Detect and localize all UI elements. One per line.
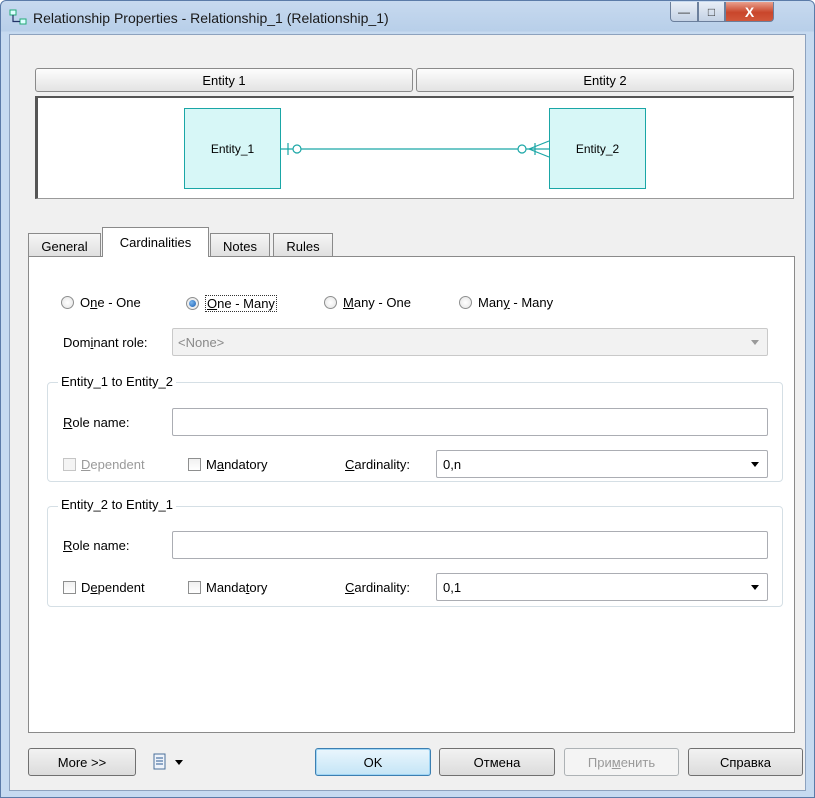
dependent-checkbox-1[interactable]: Dependent — [63, 457, 145, 472]
cardinality-label-2: Cardinality: — [345, 580, 411, 595]
relationship-line — [281, 140, 550, 158]
radio-one-many[interactable]: One - Many — [186, 295, 277, 312]
role-name-label: Role name: — [63, 538, 130, 553]
minimize-icon: — — [678, 4, 690, 19]
tab-general[interactable]: General — [28, 233, 101, 258]
radio-many-one[interactable]: Many - One — [324, 295, 411, 310]
apply-button[interactable]: Применить — [564, 748, 679, 776]
tab-cardinalities[interactable]: Cardinalities — [102, 227, 209, 257]
entity1-header-button[interactable]: Entity 1 — [35, 68, 413, 92]
close-icon: X — [744, 3, 755, 20]
entity1-header-label: Entity 1 — [202, 72, 246, 88]
ok-button[interactable]: OK — [315, 748, 431, 776]
entity2-to-entity1-title: Entity_2 to Entity_1 — [58, 497, 177, 512]
role-name-input-1[interactable] — [172, 408, 768, 436]
dropdown-arrow-icon — [751, 585, 759, 590]
title-bar[interactable]: Relationship Properties - Relationship_1… — [1, 1, 814, 35]
maximize-button[interactable]: □ — [698, 2, 725, 22]
radio-indicator — [324, 296, 337, 309]
mandatory-checkbox-2[interactable]: Mandatory — [188, 580, 267, 595]
entity2-header-button[interactable]: Entity 2 — [416, 68, 794, 92]
dropdown-arrow-icon — [751, 340, 759, 345]
dominant-role-label: Dominant role: — [63, 335, 148, 350]
relationship-preview: Entity_1 Entity_2 — [35, 96, 794, 199]
radio-indicator-selected — [186, 297, 199, 310]
mandatory-checkbox-1[interactable]: Mandatory — [188, 457, 267, 472]
document-list-icon — [153, 753, 166, 770]
dependent-checkbox-2[interactable]: Dependent — [63, 580, 145, 595]
radio-many-many[interactable]: Many - Many — [459, 295, 553, 310]
entity1-to-entity2-title: Entity_1 to Entity_2 — [58, 374, 177, 389]
dominant-role-select[interactable]: <None> — [172, 328, 768, 356]
radio-one-one[interactable]: One - One — [61, 295, 141, 310]
more-button[interactable]: More >> — [28, 748, 136, 776]
checkbox-box — [188, 458, 201, 471]
close-button[interactable]: X — [725, 2, 774, 22]
relationship-icon — [9, 9, 27, 25]
dialog-window: Relationship Properties - Relationship_1… — [0, 0, 815, 798]
cardinality-label-1: Cardinality: — [345, 457, 411, 472]
help-button[interactable]: Справка — [688, 748, 803, 776]
print-menu-button[interactable] — [151, 753, 183, 771]
maximize-icon: □ — [707, 4, 716, 19]
role-name-input-2[interactable] — [172, 531, 768, 559]
tab-rules[interactable]: Rules — [273, 233, 333, 258]
tab-notes[interactable]: Notes — [210, 233, 270, 258]
minimize-button[interactable]: — — [670, 2, 698, 22]
checkbox-box — [63, 458, 76, 471]
radio-indicator — [459, 296, 472, 309]
radio-indicator — [61, 296, 74, 309]
dropdown-arrow-icon — [751, 462, 759, 467]
role-name-label: Role name: — [63, 415, 130, 430]
checkbox-box — [63, 581, 76, 594]
window-title: Relationship Properties - Relationship_1… — [33, 10, 389, 26]
entity2-header-label: Entity 2 — [583, 72, 627, 88]
dropdown-arrow-icon — [175, 759, 183, 765]
cardinality-select-2[interactable]: 0,1 — [436, 573, 768, 601]
checkbox-box — [188, 581, 201, 594]
cardinality-select-1[interactable]: 0,n — [436, 450, 768, 478]
cancel-button[interactable]: Отмена — [439, 748, 555, 776]
